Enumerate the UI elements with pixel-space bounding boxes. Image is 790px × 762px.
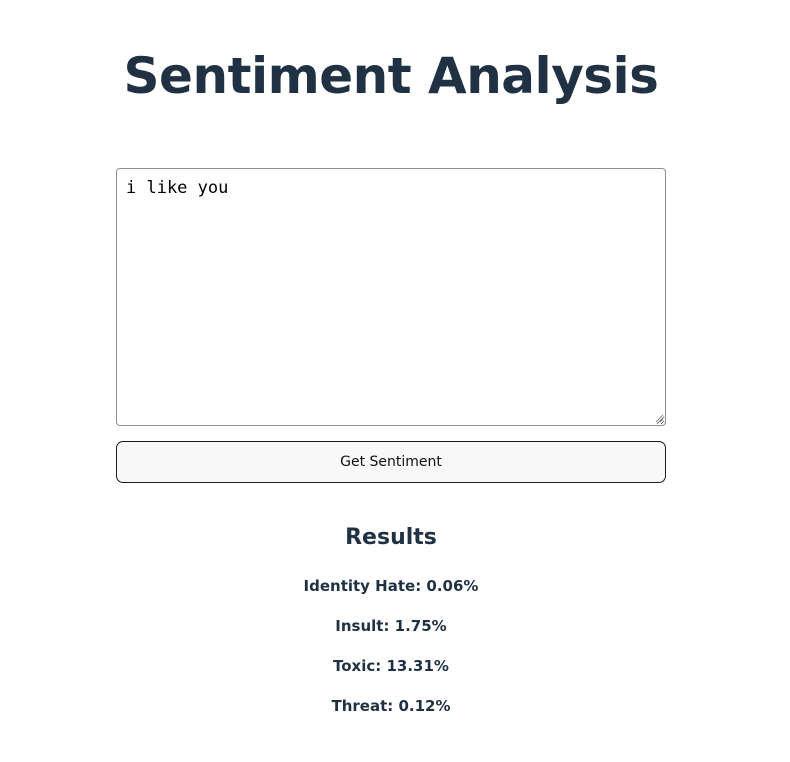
page-title: Sentiment Analysis [123, 47, 659, 105]
result-identity-hate: Identity Hate: 0.06% [303, 577, 479, 595]
sentiment-text-input[interactable] [116, 168, 666, 426]
get-sentiment-button[interactable]: Get Sentiment [116, 441, 666, 483]
results-heading: Results [345, 525, 437, 550]
result-insult: Insult: 1.75% [335, 617, 447, 635]
result-threat: Threat: 0.12% [331, 697, 451, 715]
result-toxic: Toxic: 13.31% [333, 657, 449, 675]
